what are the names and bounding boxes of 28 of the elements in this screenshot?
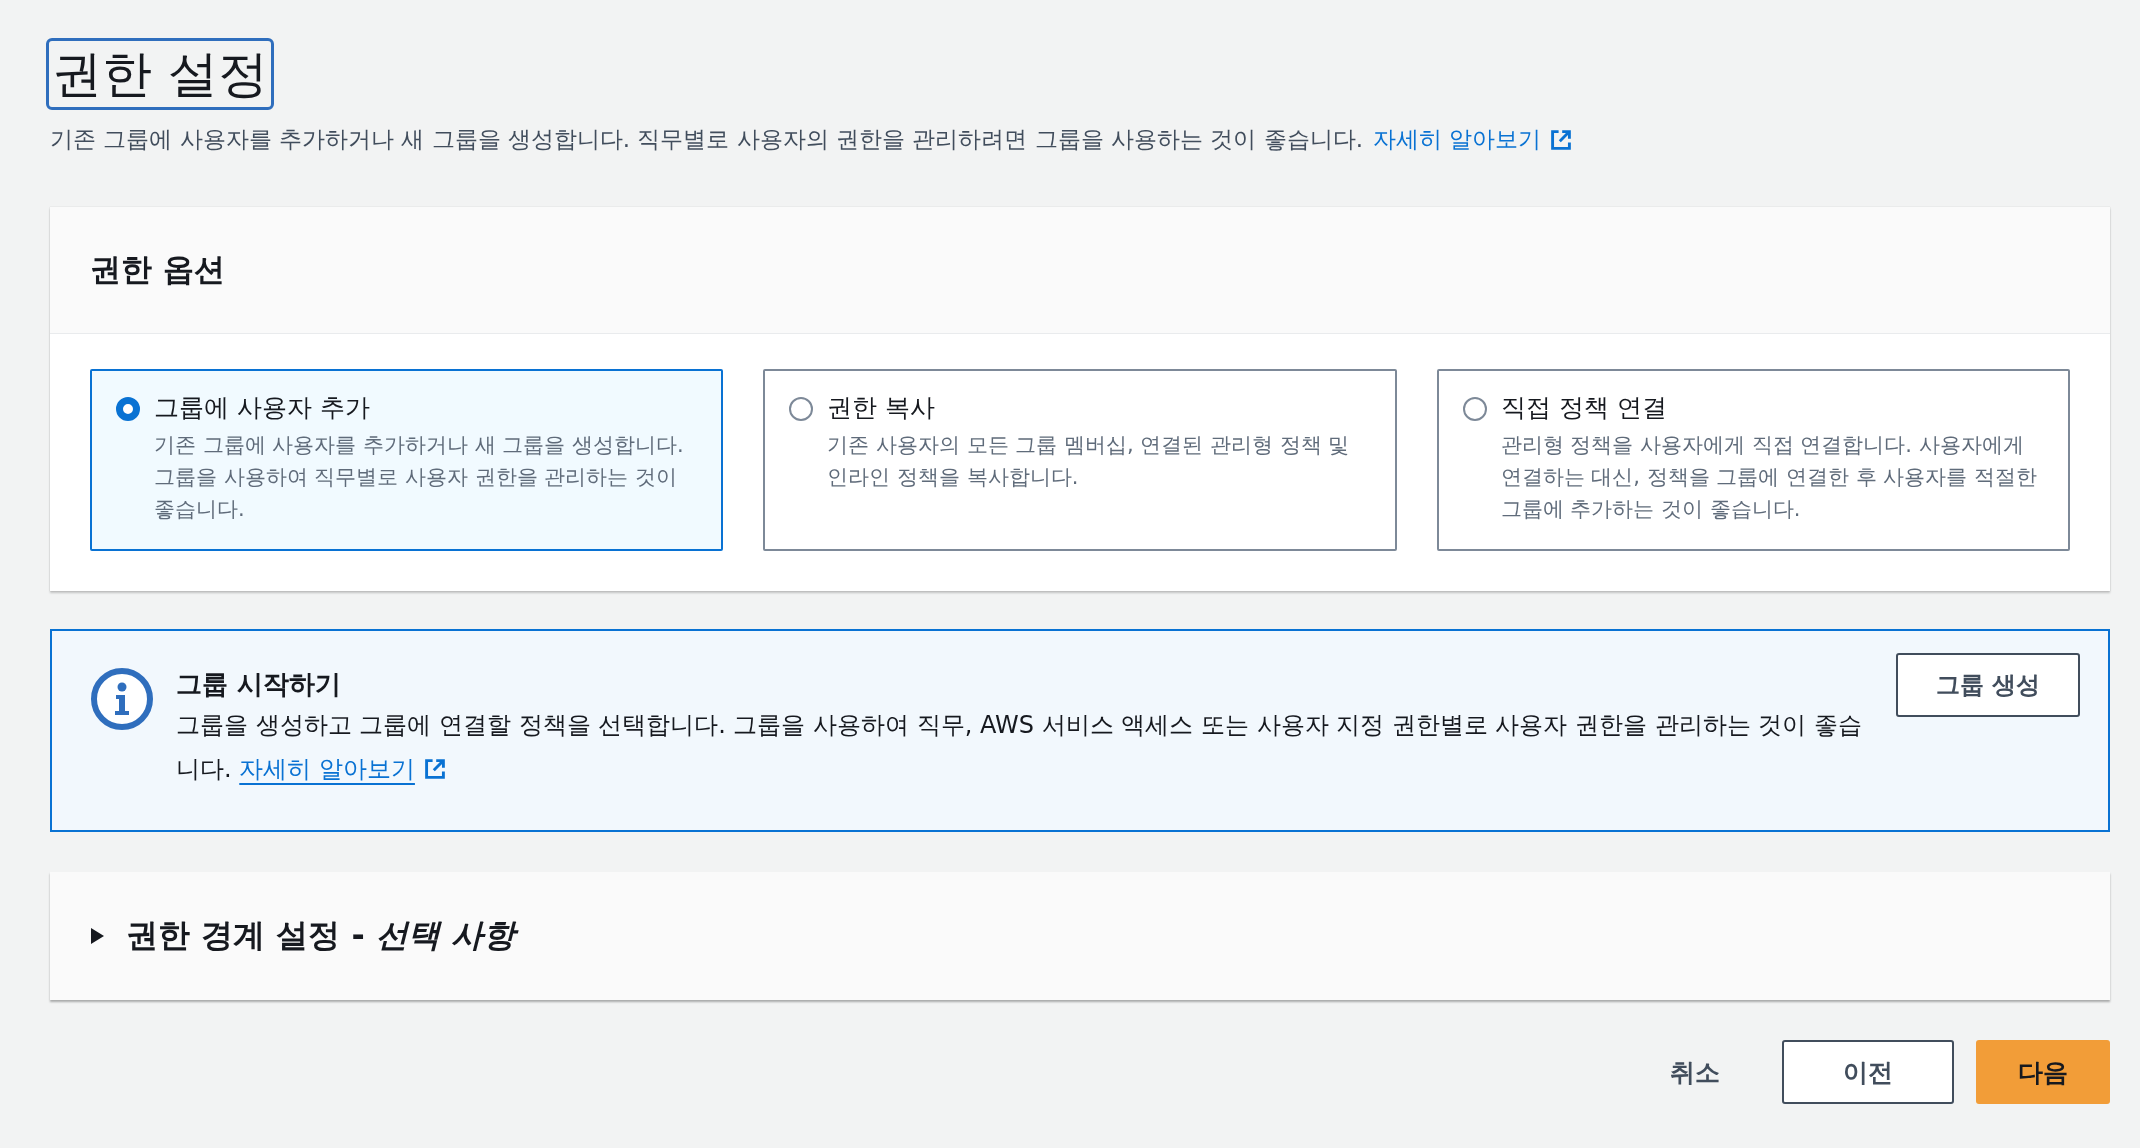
option-description: 기존 그룹에 사용자를 추가하거나 새 그룹을 생성합니다. 그룹을 사용하여 직무별로 사용자 권한을 관리하는 것이 좋습니다.: [154, 432, 685, 523]
page-title: 권한 설정: [46, 38, 274, 110]
learn-more-link[interactable]: 자세히 알아보기: [239, 747, 447, 791]
next-button[interactable]: 다음: [1976, 1040, 2110, 1104]
expandable-section[interactable]: 권한 경계 설정 - 선택 사항: [50, 872, 2110, 1000]
option-description: 기존 사용자의 모든 그룹 멤버십, 연결된 관리형 정책 및 인라인 정책을 복사합니다.: [827, 432, 1351, 491]
option-card[interactable]: 그룹에 사용자 추가 기존 그룹에 사용자를 추가하거나 새 그룹을 생성합니다. 그룹을 사용하여 직무별로 사용자 권한을 관리하는 것이 좋습니다.: [90, 369, 724, 551]
create-group-button[interactable]: 그룹 생성: [1895, 653, 2080, 717]
previous-button[interactable]: 이전: [1782, 1040, 1954, 1104]
info-icon: [90, 667, 154, 731]
radio-button[interactable]: [1462, 397, 1487, 421]
page-description: 기존 그룹에 사용자를 추가하거나 새 그룹을 생성합니다. 직무별로 사용자의 권한을 관리하려면 그룹을 사용하는 것이 좋습니다.: [50, 125, 1363, 154]
external-link-icon: [422, 757, 447, 781]
learn-more-link[interactable]: 자세히 알아보기: [1373, 124, 1574, 155]
option-label: 직접 정책 연결: [1500, 392, 1668, 424]
option-label: 그룹에 사용자 추가: [154, 392, 371, 424]
external-link-icon: [1549, 127, 1574, 152]
alert-text: 그룹을 생성하고 그룹에 연결할 정책을 선택합니다. 그룹을 사용하여 직무, AWS 서비스 액세스 또는 사용자 지정 권한별로 사용자 권한을 관리하는 것이 좋습니다. 자세히 알아보기: [176, 703, 1874, 791]
option-card[interactable]: 권한 복사 기존 사용자의 모든 그룹 멤버십, 연결된 관리형 정책 및 인라인 정책을 복사합니다.: [763, 369, 1397, 551]
alert-title: 그룹 시작하기: [176, 668, 343, 701]
caret-right-icon: [90, 927, 104, 945]
option-label: 권한 복사: [827, 392, 937, 424]
radio-button[interactable]: [789, 397, 814, 421]
radio-button[interactable]: [116, 397, 140, 421]
cancel-button[interactable]: 취소: [1630, 1055, 1760, 1089]
option-card[interactable]: 직접 정책 연결 관리형 정책을 사용자에게 직접 연결합니다. 사용자에게 연결하는 대신, 정책을 그룹에 연결한 후 사용자를 적절한 그룹에 추가하는 것이 좋습니다.: [1436, 369, 2070, 551]
panel-title: 권한 옵션: [90, 250, 225, 289]
option-description: 관리형 정책을 사용자에게 직접 연결합니다. 사용자에게 연결하는 대신, 정책을 그룹에 연결한 후 사용자를 적절한 그룹에 추가하는 것이 좋습니다.: [1500, 432, 2039, 523]
